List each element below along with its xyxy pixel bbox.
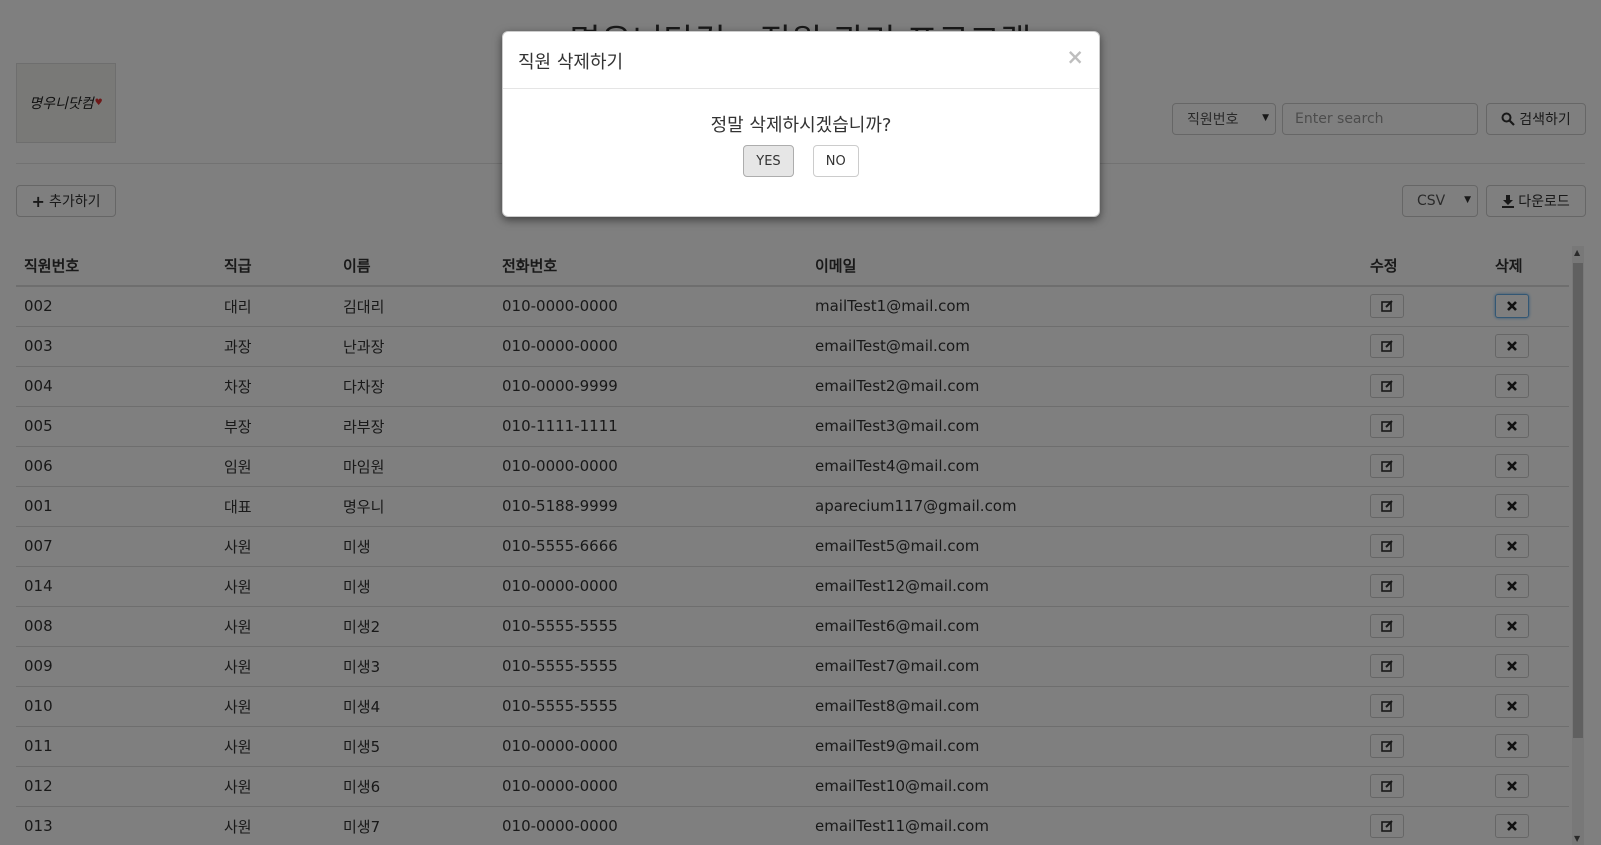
modal-question: 정말 삭제하시겠습니까? (710, 115, 892, 136)
modal-body: 정말 삭제하시겠습니까? YES NO (503, 89, 1099, 177)
close-icon[interactable]: × (1066, 45, 1084, 69)
yes-button[interactable]: YES (743, 145, 794, 177)
no-button[interactable]: NO (812, 145, 859, 177)
page: 명우니닷컴 - 직원 관리 프로그램 명우니닷컴♥ 직원번호 ▼ Enter s… (0, 0, 1601, 845)
modal-header: 직원 삭제하기 × (503, 32, 1099, 89)
modal-title: 직원 삭제하기 (518, 52, 624, 73)
delete-modal: 직원 삭제하기 × 정말 삭제하시겠습니까? YES NO (502, 31, 1100, 217)
modal-buttons: YES NO (503, 145, 1099, 177)
